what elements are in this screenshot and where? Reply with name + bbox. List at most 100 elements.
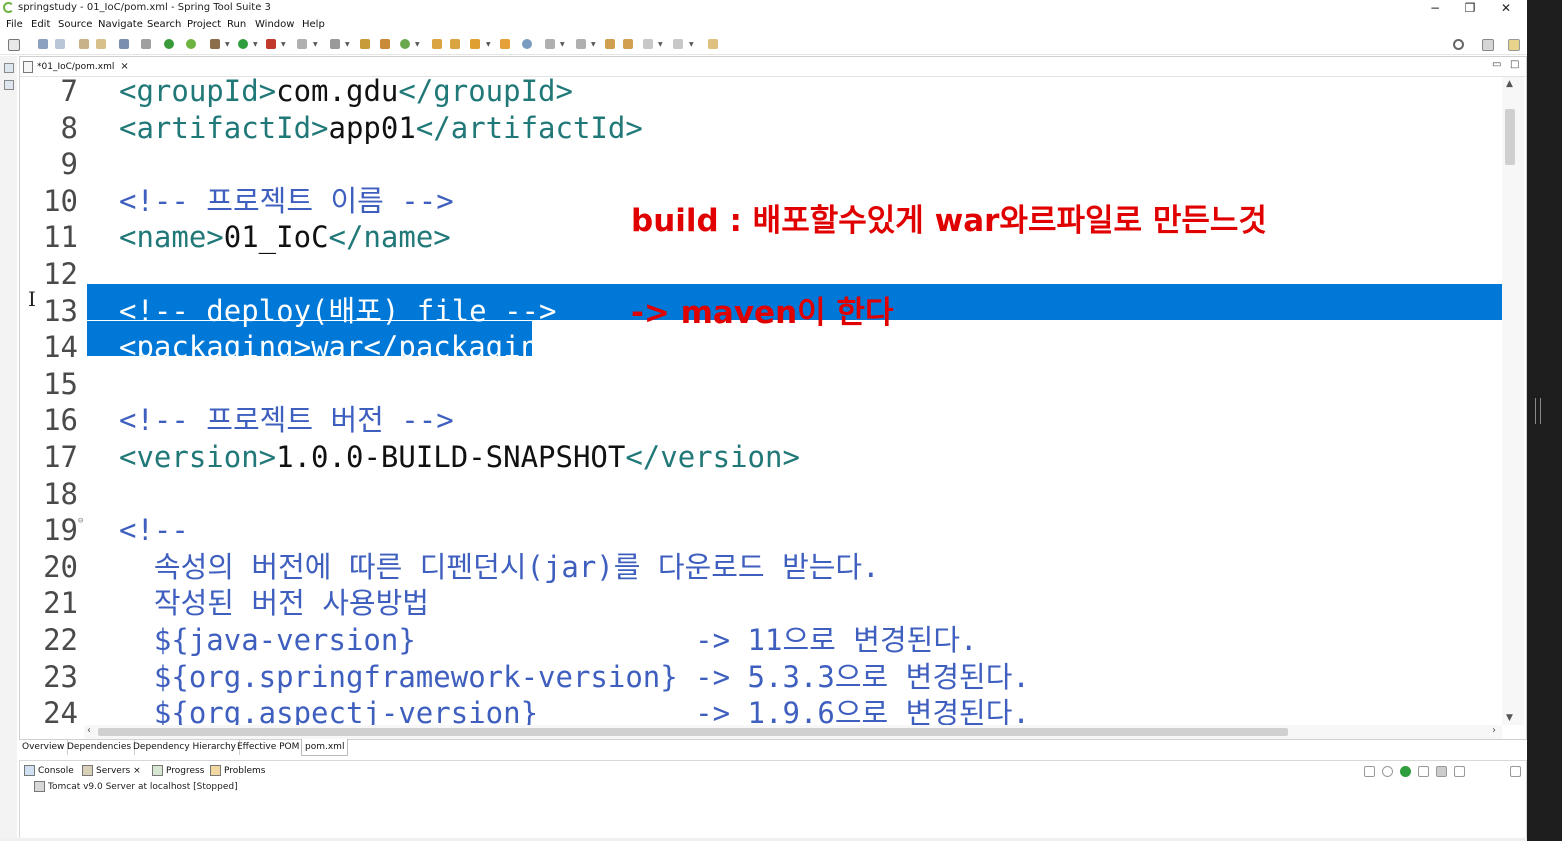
restore-button[interactable]: ❐	[1455, 0, 1485, 17]
new-dropdown-icon[interactable]: ▼	[415, 41, 420, 48]
collapse-all-icon[interactable]	[1364, 766, 1375, 777]
menu-search[interactable]: Search	[147, 19, 181, 31]
debug-dropdown-icon[interactable]: ▼	[225, 41, 230, 48]
tab-close-icon[interactable]: ×	[120, 61, 128, 72]
next-annotation-icon[interactable]	[545, 39, 555, 49]
publish-icon[interactable]	[1454, 766, 1465, 777]
menu-project[interactable]: Project	[187, 19, 221, 31]
minimize-button[interactable]: −	[1420, 0, 1450, 17]
menu-source[interactable]: Source	[58, 19, 92, 31]
new-class-icon[interactable]	[380, 39, 390, 49]
save-all-icon[interactable]	[55, 39, 65, 49]
print-icon[interactable]	[96, 39, 106, 49]
server-entry[interactable]: Tomcat v9.0 Server at localhost [Stopped…	[34, 781, 238, 792]
external-tools-icon[interactable]	[266, 39, 276, 49]
open-resource-icon[interactable]	[450, 39, 460, 49]
horizontal-scrollbar[interactable]: ‹ ›	[84, 725, 1502, 739]
properties-icon[interactable]	[79, 39, 89, 49]
resize-grip-icon[interactable]	[1535, 398, 1541, 424]
code-line-17: <version>1.0.0-BUILD-SNAPSHOT</version>	[119, 439, 800, 475]
spring-perspective-icon[interactable]	[1508, 39, 1520, 51]
forward-dropdown-icon[interactable]: ▼	[689, 41, 694, 48]
servers-tab-close-icon[interactable]: ×	[133, 766, 141, 776]
deploy-dropdown-icon[interactable]: ▼	[345, 41, 350, 48]
run-icon[interactable]	[238, 39, 248, 49]
tools-dropdown-icon[interactable]: ▼	[281, 41, 286, 48]
search-icon[interactable]	[1453, 39, 1464, 50]
restore-view-icon[interactable]	[4, 63, 14, 73]
skip-breakpoints-icon[interactable]	[141, 39, 151, 49]
tab-dependency-hierarchy[interactable]: Dependency Hierarchy	[130, 739, 241, 755]
new-icon[interactable]	[8, 39, 20, 51]
web-browser-icon[interactable]	[522, 39, 532, 49]
forward-icon[interactable]	[673, 39, 683, 49]
close-button[interactable]: ✕	[1491, 0, 1521, 17]
xml-tag: <groupId>	[119, 77, 277, 108]
tab-problems[interactable]: Problems	[210, 763, 265, 779]
tab-progress[interactable]: Progress	[152, 763, 204, 779]
prev-dropdown-icon[interactable]: ▼	[591, 41, 596, 48]
menu-navigate[interactable]: Navigate	[98, 19, 143, 31]
package-explorer-icon[interactable]	[4, 80, 14, 90]
title-bar: springstudy - 01_IoC/pom.xml - Spring To…	[0, 0, 1527, 17]
editor-tab-pom[interactable]: *01_IoC/pom.xml ×	[23, 59, 129, 75]
forward-edit-icon[interactable]	[623, 39, 633, 49]
menu-window[interactable]: Window	[255, 19, 294, 31]
profile-server-icon[interactable]	[1418, 766, 1429, 777]
scroll-down-icon[interactable]: ▼	[1506, 713, 1513, 723]
fold-toggle-icon[interactable]: ⊖	[78, 516, 83, 526]
menu-edit[interactable]: Edit	[31, 19, 50, 31]
debug-server-icon[interactable]	[1382, 766, 1393, 777]
open-perspective-icon[interactable]	[1482, 39, 1494, 51]
terminal-icon[interactable]	[119, 39, 129, 49]
pin-editor-icon[interactable]	[708, 39, 718, 49]
xml-tag: <name>	[119, 220, 224, 254]
run-dropdown-icon[interactable]: ▼	[253, 41, 258, 48]
xml-comment: ${org.aspectj-version} -> 1.9.6으로 변경된다.	[119, 696, 1030, 725]
spring-boot-icon[interactable]	[164, 39, 174, 49]
minimize-editor-icon[interactable]: ▭	[1492, 59, 1501, 70]
maximize-editor-icon[interactable]: □	[1510, 59, 1519, 70]
annotation-icon[interactable]	[500, 39, 510, 49]
tab-dependencies[interactable]: Dependencies	[64, 739, 136, 755]
scroll-left-icon[interactable]: ‹	[87, 725, 91, 736]
new-spring-icon[interactable]	[400, 39, 410, 49]
new-package-icon[interactable]	[360, 39, 370, 49]
minimize-panel-icon[interactable]	[1492, 766, 1501, 775]
refresh-icon[interactable]	[186, 39, 196, 49]
stop-server-icon[interactable]	[1436, 766, 1447, 777]
back-icon[interactable]	[643, 39, 653, 49]
code-line-19: <!--	[119, 512, 189, 548]
search-tool-icon[interactable]	[470, 39, 480, 49]
open-type-icon[interactable]	[432, 39, 442, 49]
tab-pom-xml[interactable]: pom.xml	[301, 739, 349, 756]
last-edit-icon[interactable]	[605, 39, 615, 49]
view-menu-icon[interactable]	[1472, 766, 1476, 775]
next-dropdown-icon[interactable]: ▼	[560, 41, 565, 48]
horizontal-scroll-thumb[interactable]	[98, 728, 1288, 736]
maximize-panel-icon[interactable]	[1510, 766, 1521, 777]
tab-overview[interactable]: Overview	[19, 739, 69, 755]
back-dropdown-icon[interactable]: ▼	[658, 41, 663, 48]
menu-run[interactable]: Run	[227, 19, 246, 31]
stop-icon[interactable]	[297, 39, 307, 49]
scroll-up-icon[interactable]: ▲	[1506, 79, 1513, 89]
menu-file[interactable]: File	[6, 19, 23, 31]
stop-dropdown-icon[interactable]: ▼	[313, 41, 318, 48]
vertical-scroll-thumb[interactable]	[1505, 109, 1515, 165]
line-number: 23	[43, 660, 78, 694]
deploy-icon[interactable]	[330, 39, 340, 49]
save-icon[interactable]	[38, 39, 48, 49]
pom-editor: *01_IoC/pom.xml × ▭ □ 7 <groupId>com.gdu</…	[19, 56, 1527, 740]
search-dropdown-icon[interactable]: ▼	[486, 41, 491, 48]
tab-servers[interactable]: Servers ×	[82, 763, 141, 779]
prev-annotation-icon[interactable]	[576, 39, 586, 49]
tab-console[interactable]: Console	[24, 763, 74, 779]
debug-icon[interactable]	[210, 39, 220, 49]
start-server-icon[interactable]	[1400, 766, 1411, 777]
vertical-scrollbar[interactable]: ▲ ▼	[1502, 77, 1524, 725]
scroll-right-icon[interactable]: ›	[1492, 725, 1496, 736]
code-area[interactable]: 7 <groupId>com.gdu</groupId> 8 <artifactId>…	[20, 77, 1502, 725]
menu-help[interactable]: Help	[302, 19, 325, 31]
tab-effective-pom[interactable]: Effective POM	[234, 739, 304, 755]
